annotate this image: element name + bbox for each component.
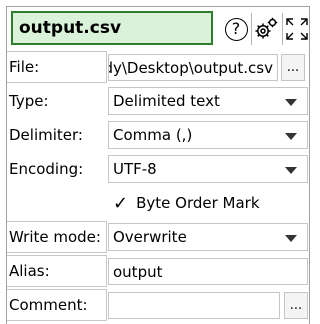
toolbar-divider [251,13,252,45]
type-label: Type: [9,92,49,110]
write-mode-label: Write mode: [9,228,101,246]
node-title: output.csv [19,18,122,38]
help-icon[interactable]: ? [223,16,249,42]
gear-icon[interactable] [253,16,279,42]
file-browse-button[interactable]: ... [281,54,305,81]
alias-label: Alias: [9,262,50,280]
output-node-panel: output.csv ? File: dy\Desktop\output.csv… [6,6,310,324]
file-path-value: dy\Desktop\output.csv [108,58,273,77]
chevron-down-icon [285,167,297,174]
checkmark-icon: ✓ [113,192,129,214]
alias-value: output [113,262,163,281]
delimiter-row: Delimiter: Comma (,) [7,119,309,151]
file-row: File: dy\Desktop\output.csv ... [7,51,309,83]
chevron-down-icon [285,99,297,106]
node-title-box[interactable]: output.csv [11,11,213,45]
type-value: Delimited text [113,92,220,110]
chevron-down-icon [285,133,297,140]
encoding-value: UTF-8 [113,160,157,178]
expand-icon[interactable] [284,16,310,42]
type-row: Type: Delimited text [7,85,309,117]
delimiter-select[interactable]: Comma (,) [108,121,308,149]
delimiter-value: Comma (,) [113,126,193,144]
bom-row: ✓ Byte Order Mark [7,187,309,219]
comment-label: Comment: [9,296,88,314]
encoding-label: Encoding: [9,160,84,178]
file-label: File: [9,58,40,76]
bom-checkbox[interactable]: ✓ Byte Order Mark [113,187,260,219]
write-mode-select[interactable]: Overwrite [108,223,308,251]
file-path-field[interactable]: dy\Desktop\output.csv [108,54,278,81]
alias-row: Alias: output [7,255,309,287]
write-mode-row: Write mode: Overwrite [7,221,309,253]
delimiter-label: Delimiter: [9,126,83,144]
bom-label: Byte Order Mark [136,194,260,212]
comment-edit-button[interactable]: ... [284,292,308,319]
comment-row: Comment: ... [7,289,309,321]
encoding-row: Encoding: UTF-8 [7,153,309,185]
question-mark-glyph: ? [224,17,248,41]
alias-input[interactable]: output [108,258,308,285]
toolbar-divider [282,13,283,45]
comment-input[interactable] [108,292,280,319]
type-select[interactable]: Delimited text [108,87,308,115]
write-mode-value: Overwrite [113,228,187,246]
chevron-down-icon [285,235,297,242]
encoding-select[interactable]: UTF-8 [108,155,308,183]
